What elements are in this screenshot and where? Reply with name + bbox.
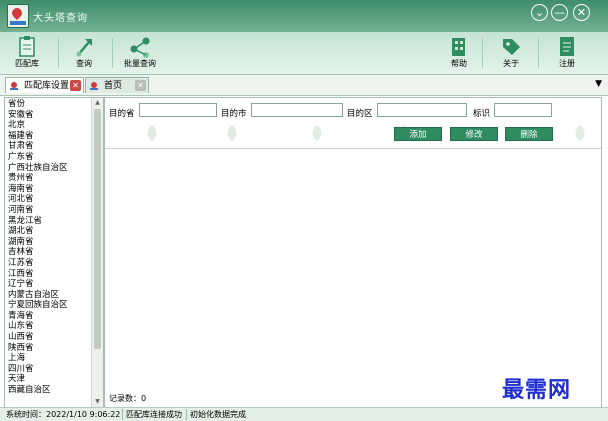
records-grid[interactable] bbox=[105, 148, 601, 386]
list-item[interactable]: 西藏自治区 bbox=[8, 385, 68, 396]
city-label: 目的市 bbox=[221, 109, 247, 119]
status-bar: 系统时间：2022/1/10 9:06:22 匹配库连接成功 初始化数据完成 bbox=[0, 407, 608, 421]
list-item[interactable]: 内蒙古自治区 bbox=[8, 290, 68, 301]
list-item[interactable]: 湖南省 bbox=[8, 237, 68, 248]
list-item[interactable]: 河南省 bbox=[8, 205, 68, 216]
status-divider bbox=[122, 409, 123, 420]
list-item[interactable]: 安徽省 bbox=[8, 110, 68, 121]
province-input[interactable] bbox=[139, 103, 217, 117]
close-icon[interactable]: ✕ bbox=[70, 80, 81, 91]
minimize-button[interactable]: — bbox=[551, 4, 568, 21]
library-button[interactable]: 匹配库 bbox=[5, 35, 49, 73]
query-button[interactable]: 查询 bbox=[64, 35, 104, 73]
list-item[interactable]: 广西壮族自治区 bbox=[8, 163, 68, 174]
list-item[interactable]: 甘肃省 bbox=[8, 141, 68, 152]
about-label: 关于 bbox=[503, 59, 519, 68]
help-button[interactable]: 帮助 bbox=[444, 35, 474, 73]
status-divider bbox=[186, 409, 187, 420]
register-label: 注册 bbox=[559, 59, 575, 68]
library-settings-panel: 目的省 目的市 目的区 标识 添加 修改 删除 记录数：0 bbox=[104, 97, 602, 408]
tab-library-settings-label: 匹配库设置 bbox=[24, 81, 70, 91]
clipboard-icon bbox=[19, 36, 35, 57]
list-item[interactable]: 福建省 bbox=[8, 131, 68, 142]
app-logo-icon bbox=[7, 4, 29, 28]
province-label: 目的省 bbox=[109, 109, 135, 119]
close-window-button[interactable]: ✕ bbox=[573, 4, 590, 21]
dropdown-window-button[interactable]: ⌄ bbox=[531, 4, 548, 21]
query-label: 查询 bbox=[76, 59, 92, 68]
arrow-up-right-icon bbox=[76, 39, 92, 57]
list-item[interactable]: 天津 bbox=[8, 374, 68, 385]
mark-input[interactable] bbox=[494, 103, 552, 117]
province-items: 省份 安徽省 北京 福建省 甘肃省 广东省 广西壮族自治区 贵州省 海南省 河北… bbox=[8, 99, 68, 396]
tab-dropdown-icon[interactable]: ▼ bbox=[595, 79, 602, 89]
app-tab-icon bbox=[10, 82, 18, 90]
scroll-up-icon[interactable]: ▲ bbox=[92, 98, 103, 108]
city-input[interactable] bbox=[251, 103, 343, 117]
edit-button[interactable]: 修改 bbox=[450, 127, 498, 141]
toolbar-divider bbox=[112, 38, 113, 68]
list-item[interactable]: 宁夏回族自治区 bbox=[8, 300, 68, 311]
title-bar: 大头塔查询 ⌄ — ✕ bbox=[0, 0, 608, 32]
close-icon[interactable]: ✕ bbox=[135, 80, 146, 91]
scroll-down-icon[interactable]: ▼ bbox=[92, 397, 103, 407]
site-watermark: 最需网 bbox=[502, 377, 572, 403]
list-item[interactable]: 海南省 bbox=[8, 184, 68, 195]
building-icon bbox=[452, 38, 465, 56]
add-button[interactable]: 添加 bbox=[394, 127, 442, 141]
list-item[interactable]: 黑龙江省 bbox=[8, 216, 68, 227]
tab-library-settings[interactable]: 匹配库设置 ✕ bbox=[5, 77, 84, 93]
input-form: 目的省 目的市 目的区 标识 添加 修改 删除 bbox=[105, 98, 601, 148]
about-button[interactable]: 关于 bbox=[496, 35, 526, 73]
batch-query-button[interactable]: 批量查询 bbox=[118, 35, 162, 73]
list-item[interactable]: 江苏省 bbox=[8, 258, 68, 269]
list-item[interactable]: 湖北省 bbox=[8, 226, 68, 237]
toolbar-divider bbox=[58, 38, 59, 68]
province-scrollbar[interactable]: ▲ ▼ bbox=[91, 98, 103, 407]
share-nodes-icon bbox=[130, 37, 150, 58]
scrollbar-thumb[interactable] bbox=[94, 109, 101, 349]
document-icon bbox=[560, 37, 574, 56]
leaf-watermark-icon bbox=[147, 125, 157, 141]
list-item[interactable]: 上海 bbox=[8, 353, 68, 364]
list-item[interactable]: 河北省 bbox=[8, 194, 68, 205]
status-connection: 匹配库连接成功 bbox=[126, 410, 182, 419]
app-tab-icon bbox=[90, 82, 98, 90]
province-header: 省份 bbox=[8, 99, 26, 109]
toolbar-divider bbox=[538, 38, 539, 68]
library-label: 匹配库 bbox=[15, 59, 39, 68]
district-input[interactable] bbox=[377, 103, 467, 117]
record-count: 记录数：0 bbox=[109, 394, 147, 403]
app-title: 大头塔查询 bbox=[33, 13, 88, 24]
list-item[interactable]: 江西省 bbox=[8, 269, 68, 280]
list-item[interactable]: 陕西省 bbox=[8, 343, 68, 354]
batch-query-label: 批量查询 bbox=[124, 59, 156, 68]
list-item[interactable]: 山东省 bbox=[8, 321, 68, 332]
leaf-watermark-icon bbox=[575, 125, 585, 141]
list-item[interactable]: 北京 bbox=[8, 120, 68, 131]
tab-home-label: 首页 bbox=[104, 81, 123, 91]
help-label: 帮助 bbox=[451, 59, 467, 68]
mark-label: 标识 bbox=[473, 109, 491, 119]
list-item[interactable]: 广东省 bbox=[8, 152, 68, 163]
list-item[interactable]: 山西省 bbox=[8, 332, 68, 343]
toolbar: 匹配库 查询 批量查询 帮助 关于 注册 bbox=[0, 32, 608, 75]
tab-home[interactable]: 首页 ✕ bbox=[85, 77, 149, 93]
status-init: 初始化数据完成 bbox=[190, 410, 246, 419]
toolbar-divider bbox=[482, 38, 483, 68]
leaf-watermark-icon bbox=[312, 125, 322, 141]
list-item[interactable]: 四川省 bbox=[8, 364, 68, 375]
tab-strip: 匹配库设置 ✕ 首页 ✕ ▼ bbox=[0, 75, 608, 96]
province-list: 省份 安徽省 北京 福建省 甘肃省 广东省 广西壮族自治区 贵州省 海南省 河北… bbox=[4, 97, 104, 408]
status-time: 系统时间：2022/1/10 9:06:22 bbox=[6, 410, 121, 419]
list-item[interactable]: 吉林省 bbox=[8, 247, 68, 258]
list-item[interactable]: 贵州省 bbox=[8, 173, 68, 184]
register-button[interactable]: 注册 bbox=[552, 35, 582, 73]
list-item[interactable]: 青海省 bbox=[8, 311, 68, 322]
tag-icon bbox=[503, 39, 520, 55]
leaf-watermark-icon bbox=[227, 125, 237, 141]
district-label: 目的区 bbox=[347, 109, 373, 119]
list-item[interactable]: 辽宁省 bbox=[8, 279, 68, 290]
delete-button[interactable]: 删除 bbox=[505, 127, 553, 141]
